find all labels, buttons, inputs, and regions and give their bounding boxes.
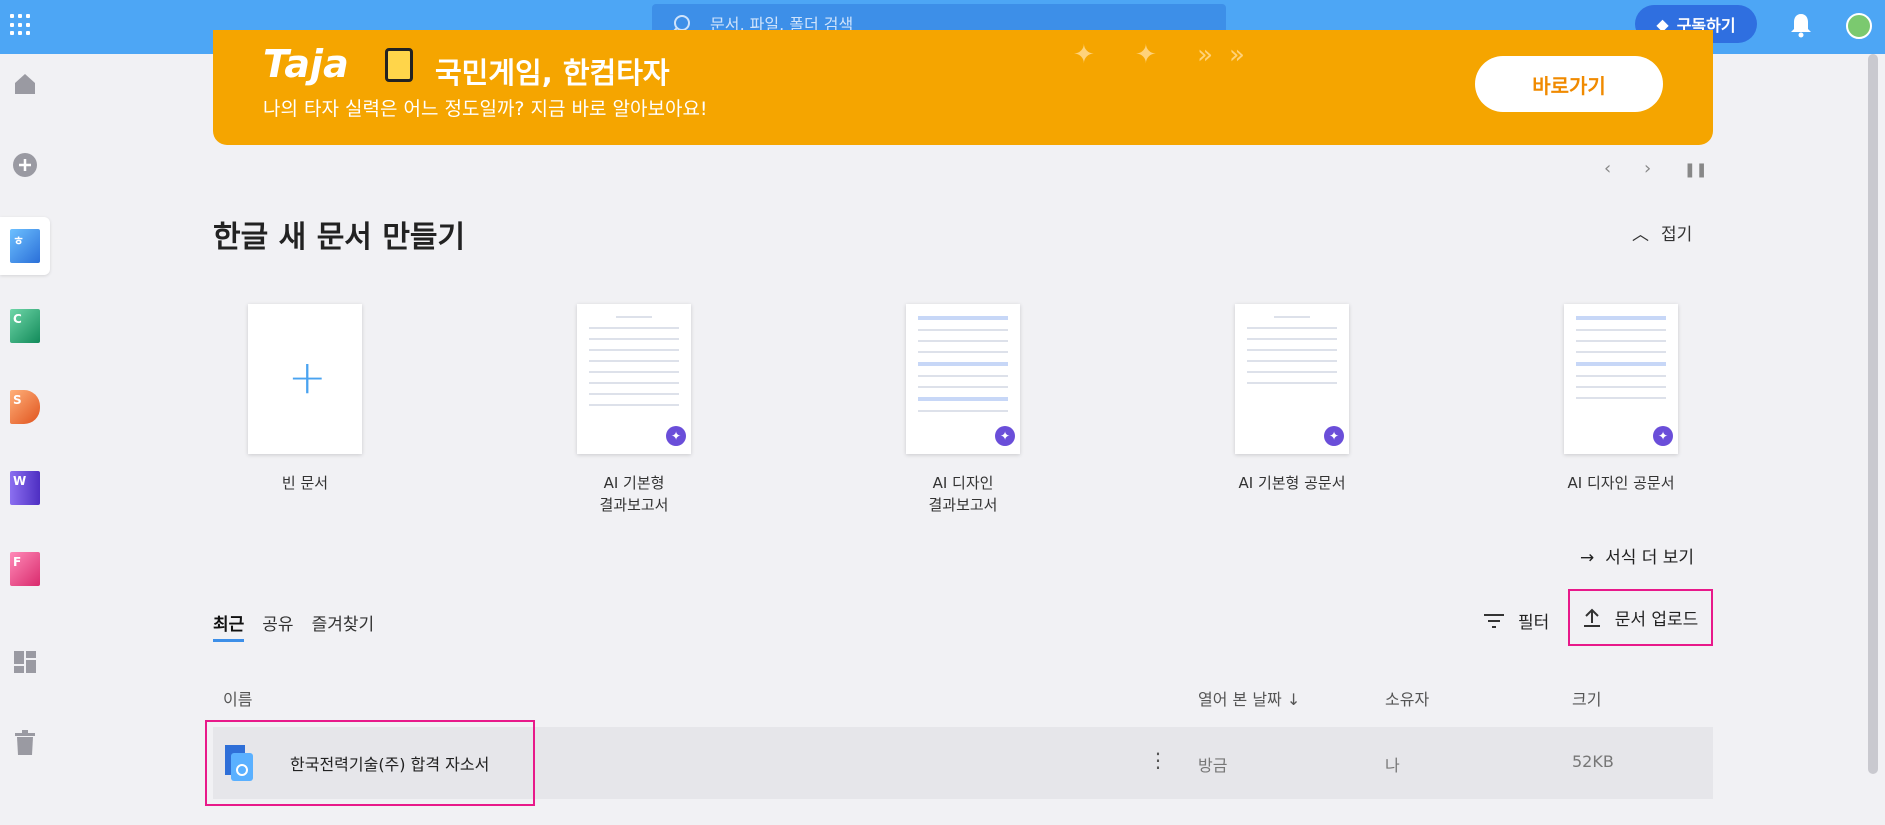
avatar[interactable] xyxy=(1846,13,1872,39)
upload-label: 문서 업로드 xyxy=(1614,610,1699,630)
tab-favorites[interactable]: 즐겨찾기 xyxy=(312,610,375,642)
hanshow-app-icon: S xyxy=(10,390,40,424)
promo-banner[interactable]: ✦ ✦ »» Taja 국민게임, 한컴타자 나의 타자 실력은 어느 정도일까… xyxy=(213,30,1713,145)
column-header-name[interactable]: 이름 xyxy=(223,686,252,710)
hanword-app-icon: W xyxy=(10,471,40,505)
sidebar: ㅎ C S W F xyxy=(0,54,52,825)
file-opened: 방금 xyxy=(1198,756,1228,775)
banner-brand: Taja xyxy=(263,42,349,86)
filter-icon xyxy=(1484,613,1504,628)
taja-icon xyxy=(385,48,413,82)
plus-circle-icon xyxy=(13,153,37,177)
file-owner: 나 xyxy=(1385,756,1400,775)
chevron-up-icon: ︿ xyxy=(1632,225,1649,245)
upload-button[interactable]: 문서 업로드 xyxy=(1568,589,1713,646)
sidebar-item-hancell[interactable]: C xyxy=(5,306,45,346)
template-thumbnail: ✦ xyxy=(1235,304,1349,454)
scrollbar[interactable] xyxy=(1868,54,1878,774)
banner-title: 국민게임, 한컴타자 xyxy=(435,56,670,90)
template-ai-design-report[interactable]: ✦ AI 디자인 결과보고서 xyxy=(863,304,1063,516)
app-grid-icon[interactable] xyxy=(10,14,32,36)
sidebar-item-dashboard[interactable] xyxy=(5,642,45,682)
hangul-app-icon: ㅎ xyxy=(10,229,40,263)
dashboard-icon xyxy=(14,651,36,673)
template-ai-design-official[interactable]: ✦ AI 디자인 공문서 xyxy=(1521,304,1721,494)
bell-icon[interactable] xyxy=(1790,12,1812,38)
template-thumbnail: ✦ xyxy=(577,304,691,454)
sidebar-item-home[interactable] xyxy=(5,64,45,104)
sidebar-item-create[interactable] xyxy=(5,145,45,185)
file-size: 52KB xyxy=(1572,752,1614,771)
doc-tabs: 최근 공유 즐겨찾기 xyxy=(213,610,374,642)
section-title: 한글 새 문서 만들기 xyxy=(213,220,466,255)
upload-icon xyxy=(1583,608,1600,627)
template-label: AI 디자인 공문서 xyxy=(1567,474,1675,492)
column-header-opened[interactable]: 열어 본 날짜 ↓ xyxy=(1198,686,1300,710)
tab-shared[interactable]: 공유 xyxy=(262,610,293,642)
more-options-icon[interactable]: ⋮ xyxy=(1148,747,1168,773)
template-label: AI 기본형 결과보고서 xyxy=(599,474,669,514)
banner-subtitle: 나의 타자 실력은 어느 정도일까? 지금 바로 알아보아요! xyxy=(263,98,708,120)
more-templates-link[interactable]: → 서식 더 보기 xyxy=(1580,543,1694,568)
column-header-owner[interactable]: 소유자 xyxy=(1385,686,1429,710)
template-thumbnail: ✦ xyxy=(906,304,1020,454)
sidebar-item-hanshow[interactable]: S xyxy=(5,387,45,427)
carousel-pause-icon[interactable]: ❚❚ xyxy=(1684,162,1707,178)
template-ai-basic-official[interactable]: ✦ AI 기본형 공문서 xyxy=(1192,304,1392,494)
sidebar-item-hanform[interactable]: F xyxy=(5,549,45,589)
sidebar-item-trash[interactable] xyxy=(5,723,45,763)
template-label: AI 기본형 공문서 xyxy=(1238,474,1346,492)
hanform-app-icon: F xyxy=(10,552,40,586)
sidebar-item-hangul[interactable]: ㅎ xyxy=(0,217,50,275)
home-icon xyxy=(15,74,35,94)
template-thumbnail: + xyxy=(248,304,362,454)
filter-label: 필터 xyxy=(1518,613,1550,633)
sidebar-item-hanword[interactable]: W xyxy=(5,468,45,508)
collapse-button[interactable]: ︿ 접기 xyxy=(1632,220,1692,245)
column-header-size[interactable]: 크기 xyxy=(1572,686,1601,710)
carousel-next-icon[interactable]: › xyxy=(1644,158,1651,179)
pixel-decoration: ✦ ✦ »» xyxy=(1073,40,1261,70)
ai-sparkle-icon: ✦ xyxy=(1653,426,1673,446)
carousel-prev-icon[interactable]: ‹ xyxy=(1604,158,1611,179)
collapse-label: 접기 xyxy=(1661,225,1693,245)
ai-sparkle-icon: ✦ xyxy=(666,426,686,446)
column-header-opened-label: 열어 본 날짜 xyxy=(1198,690,1282,709)
template-ai-basic-report[interactable]: ✦ AI 기본형 결과보고서 xyxy=(534,304,734,516)
plus-icon: + xyxy=(288,350,327,404)
template-label: AI 디자인 결과보고서 xyxy=(928,474,998,514)
ai-sparkle-icon: ✦ xyxy=(995,426,1015,446)
banner-go-button[interactable]: 바로가기 xyxy=(1475,56,1663,112)
template-blank[interactable]: + 빈 문서 xyxy=(205,304,405,494)
template-label: 빈 문서 xyxy=(281,474,329,492)
template-thumbnail: ✦ xyxy=(1564,304,1678,454)
arrow-right-icon: → xyxy=(1580,548,1595,568)
ai-sparkle-icon: ✦ xyxy=(1324,426,1344,446)
more-templates-label: 서식 더 보기 xyxy=(1605,548,1695,568)
tab-recent[interactable]: 최근 xyxy=(213,610,245,642)
hancell-app-icon: C xyxy=(10,309,40,343)
arrow-down-icon: ↓ xyxy=(1286,690,1301,709)
file-highlight-box xyxy=(205,720,535,806)
trash-icon xyxy=(15,730,35,755)
filter-button[interactable]: 필터 xyxy=(1484,608,1549,633)
